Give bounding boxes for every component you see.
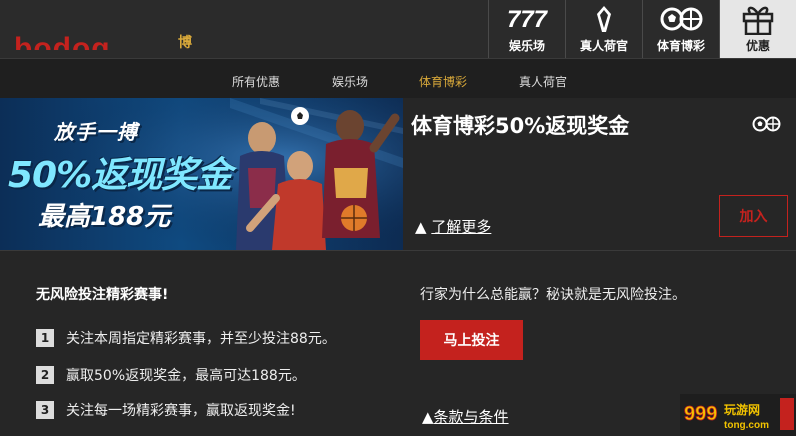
step-number: 3 bbox=[36, 401, 54, 419]
promo-title: 体育博彩50%返现奖金 bbox=[411, 114, 630, 138]
sports-balls-icon bbox=[752, 116, 782, 136]
svg-text:999: 999 bbox=[684, 403, 717, 425]
top-header: bodog 博 777 娱乐场 真人荷官 体育博彩 优惠 bbox=[0, 0, 796, 58]
777-slots-icon: 777 bbox=[505, 3, 549, 35]
caret-up-icon: ▲ bbox=[415, 218, 427, 236]
step-item: 1 关注本周指定精彩赛事，并至少投注88元。 bbox=[36, 328, 336, 348]
step-text: 关注本周指定精彩赛事，并至少投注88元。 bbox=[66, 331, 336, 347]
step-text: 关注每一场精彩赛事，赢取返现奖金! bbox=[66, 403, 296, 419]
nav-casino[interactable]: 777 娱乐场 bbox=[488, 0, 565, 58]
promo-header: 体育博彩50%返现奖金 ▲ 了解更多 加入 bbox=[403, 98, 796, 250]
banner-offer: 50%返现奖金 bbox=[8, 155, 232, 196]
tab-live-dealer[interactable]: 真人荷官 bbox=[519, 73, 567, 90]
logo-tag: 博 bbox=[178, 35, 192, 50]
nav-promotions-label: 优惠 bbox=[745, 39, 770, 53]
tab-casino[interactable]: 娱乐场 bbox=[332, 73, 368, 90]
risk-free-tagline: 行家为什么总能赢？秘诀就是无风险投注。 bbox=[420, 287, 686, 303]
svg-text:tong.com: tong.com bbox=[724, 420, 769, 431]
svg-text:777: 777 bbox=[507, 6, 549, 33]
nav-casino-label: 娱乐场 bbox=[508, 39, 545, 53]
step-item: 3 关注每一场精彩赛事，赢取返现奖金! bbox=[36, 400, 296, 420]
bet-now-button[interactable]: 马上投注 bbox=[420, 320, 523, 360]
dealer-icon bbox=[589, 3, 619, 35]
terms-label: 条款与条件 bbox=[433, 408, 509, 426]
sports-balls-icon bbox=[659, 3, 703, 35]
banner-headline: 放手一搏 bbox=[54, 120, 138, 144]
caret-up-icon: ▲ bbox=[422, 408, 434, 426]
section-divider bbox=[0, 250, 796, 251]
site-watermark: 999 玩游网 tong.com bbox=[680, 394, 796, 436]
nav-sports-label: 体育博彩 bbox=[656, 39, 705, 53]
gift-icon bbox=[741, 3, 775, 35]
nav-live-dealer[interactable]: 真人荷官 bbox=[565, 0, 642, 58]
promo-subtabs: 所有优惠 娱乐场 体育博彩 真人荷官 bbox=[0, 58, 796, 98]
step-text: 赢取50%返现奖金，最高可达188元。 bbox=[66, 368, 306, 384]
main-nav: 777 娱乐场 真人荷官 体育博彩 优惠 bbox=[488, 0, 796, 58]
step-item: 2 赢取50%返现奖金，最高可达188元。 bbox=[36, 365, 306, 385]
steps-title: 无风险投注精彩赛事! bbox=[36, 287, 169, 303]
banner-max-amount: 最高188元 bbox=[38, 202, 171, 232]
step-number: 2 bbox=[36, 366, 54, 384]
tab-all-promotions[interactable]: 所有优惠 bbox=[232, 73, 280, 90]
terms-link[interactable]: ▲条款与条件 bbox=[422, 406, 509, 427]
join-button[interactable]: 加入 bbox=[719, 195, 788, 237]
promo-banner-image: 放手一搏 50%返现奖金 最高188元 bbox=[0, 98, 403, 250]
learn-more-label: 了解更多 bbox=[431, 218, 492, 236]
learn-more-link[interactable]: ▲ 了解更多 bbox=[415, 216, 491, 237]
nav-promotions[interactable]: 优惠 bbox=[719, 0, 796, 58]
step-number: 1 bbox=[36, 329, 54, 347]
logo-text: bodog bbox=[14, 32, 111, 50]
logo[interactable]: bodog 博 bbox=[14, 30, 194, 50]
nav-sports[interactable]: 体育博彩 bbox=[642, 0, 719, 58]
nav-live-dealer-label: 真人荷官 bbox=[579, 39, 628, 53]
svg-text:玩游网: 玩游网 bbox=[724, 402, 760, 417]
tab-sports[interactable]: 体育博彩 bbox=[419, 73, 467, 90]
